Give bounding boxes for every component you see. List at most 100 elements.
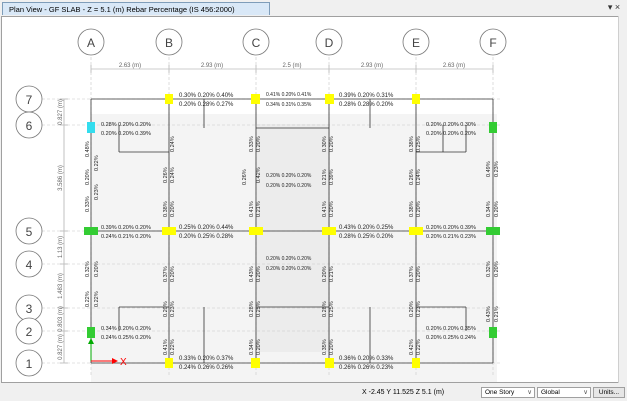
rebar-label: 0.34% 0.20% 0.20%: [101, 326, 151, 332]
rebar-label-v: 0.20%: [322, 266, 328, 282]
rebar-label-v: 0.20%: [170, 266, 176, 282]
cursor-coordinates: X -2.45 Y 11.525 Z 5.1 (m): [362, 389, 445, 396]
rebar-label: 0.20% 0.20% 0.20%: [266, 173, 312, 179]
status-bar: X -2.45 Y 11.525 Z 5.1 (m) One Story ∨ G…: [0, 385, 627, 401]
rebar-label-v: 0.20%: [494, 261, 500, 277]
plan-view-canvas[interactable]: A B C D E F 7 6 5 4 3 2 1 2.63 (m) 2.93 …: [1, 16, 619, 383]
coord-system-select[interactable]: Global ∨: [537, 387, 591, 398]
support-yellow: [325, 358, 334, 368]
grid-bubble-d[interactable]: D: [315, 28, 343, 56]
grid-bubble-4[interactable]: 4: [15, 250, 43, 278]
rebar-label-v: 0.20%: [256, 339, 262, 355]
rebar-label-v: 0.23%: [416, 301, 422, 317]
rebar-label-v: 0.20%: [329, 339, 335, 355]
rebar-label-v: 0.22%: [416, 339, 422, 355]
rebar-label-v: 0.20%: [94, 261, 100, 277]
rebar-label-v: 0.26%: [163, 167, 169, 183]
svg-text:4: 4: [26, 258, 33, 272]
rebar-label: 0.30% 0.20% 0.40%: [179, 93, 234, 99]
svg-text:F: F: [489, 36, 496, 50]
rebar-label-v: 0.33%: [85, 196, 91, 212]
support-yellow: [165, 358, 173, 368]
rebar-label: 0.20% 0.28% 0.27%: [179, 102, 234, 108]
support-yellow: [251, 94, 260, 104]
rebar-label: 0.28% 0.25% 0.20%: [339, 234, 394, 240]
rebar-label: 0.20% 0.20% 0.39%: [101, 131, 151, 137]
svg-text:7: 7: [26, 93, 33, 107]
grid-bubble-2[interactable]: 2: [15, 317, 43, 345]
grid-bubble-3[interactable]: 3: [15, 294, 43, 322]
svg-text:1: 1: [26, 357, 33, 371]
rebar-label-v: 0.20%: [416, 266, 422, 282]
rebar-label-v: 0.24%: [170, 167, 176, 183]
rebar-label-v: 0.20%: [329, 201, 335, 217]
support-green: [489, 327, 497, 338]
rebar-label: 0.24% 0.26% 0.26%: [179, 365, 234, 371]
rebar-label: 0.33% 0.20% 0.37%: [179, 356, 234, 362]
grid-bubble-5[interactable]: 5: [15, 217, 43, 245]
rebar-label-v: 0.34%: [486, 201, 492, 217]
rebar-label: 0.26% 0.26% 0.23%: [339, 365, 394, 371]
rebar-label-v: 0.22%: [94, 291, 100, 307]
rebar-label: 0.20% 0.20% 0.20%: [266, 266, 312, 272]
rebar-label-v: 0.20%: [163, 301, 169, 317]
support-yellow: [412, 94, 420, 104]
rebar-label-v: 0.20%: [256, 136, 262, 152]
rebar-label-v: 0.32%: [85, 261, 91, 277]
svg-text:6: 6: [26, 119, 33, 133]
rebar-label-v: 0.26%: [409, 169, 415, 185]
support-green: [87, 327, 95, 338]
rebar-label: 0.41% 0.20% 0.41%: [266, 92, 312, 98]
grid-bubble-a[interactable]: A: [77, 28, 105, 56]
rebar-label-v: 0.21%: [494, 306, 500, 322]
axis-x-label: X: [120, 357, 127, 368]
rebar-label-v: 0.23%: [94, 184, 100, 200]
support-yellow: [409, 227, 423, 235]
coord-system-value: Global: [541, 389, 560, 396]
support-green: [84, 227, 98, 235]
rebar-label-v: 0.20%: [85, 169, 91, 185]
grid-bubble-1[interactable]: 1: [15, 349, 43, 377]
rebar-label-v: 0.20%: [409, 301, 415, 317]
rebar-label: 0.28% 0.20% 0.20%: [101, 122, 151, 128]
vertical-scrollbar[interactable]: [618, 16, 627, 383]
window-titlebar: Plan View - GF SLAB - Z = 5.1 (m) Rebar …: [0, 0, 627, 16]
rebar-label-v: 0.32%: [486, 261, 492, 277]
rebar-label-v: 0.33%: [249, 136, 255, 152]
rebar-label: 0.43% 0.20% 0.25%: [339, 225, 394, 231]
grid-bubble-7[interactable]: 7: [15, 85, 43, 113]
rebar-label-v: 0.25%: [329, 301, 335, 317]
rebar-label-v: 0.30%: [322, 136, 328, 152]
svg-text:5: 5: [26, 225, 33, 239]
grid-bubble-e[interactable]: E: [402, 28, 430, 56]
support-green: [489, 122, 497, 133]
grid-bubble-b[interactable]: B: [155, 28, 183, 56]
rebar-label: 0.20% 0.20% 0.20%: [426, 131, 476, 137]
close-tab-icon[interactable]: ▾ ×: [607, 2, 621, 13]
rebar-label: 0.20% 0.25% 0.28%: [179, 234, 234, 240]
rebar-label: 0.34% 0.31% 0.35%: [266, 102, 312, 108]
rebar-label-v: 0.20%: [329, 136, 335, 152]
rebar-label-v: 0.28%: [322, 301, 328, 317]
rebar-label-v: 0.41%: [322, 201, 328, 217]
rebar-label-v: 0.37%: [409, 266, 415, 282]
rebar-label-v: 0.22%: [94, 155, 100, 171]
rebar-label: 0.20% 0.20% 0.20%: [266, 256, 312, 262]
dim-cd: 2.5 (m): [282, 63, 301, 69]
grid-bubble-6[interactable]: 6: [15, 111, 43, 139]
grid-bubble-f[interactable]: F: [479, 28, 507, 56]
rebar-label-v: 0.26%: [242, 169, 248, 185]
rebar-label-v: 0.21%: [322, 169, 328, 185]
support-yellow: [165, 94, 173, 104]
rebar-label-v: 0.20%: [494, 201, 500, 217]
rebar-label: 0.20% 0.20% 0.20%: [266, 183, 312, 189]
rebar-label: 0.36% 0.20% 0.33%: [339, 356, 394, 362]
grid-bubble-c[interactable]: C: [242, 28, 270, 56]
units-button[interactable]: Units...: [593, 387, 625, 398]
rebar-label-v: 0.34%: [249, 339, 255, 355]
rebar-label-v: 0.42%: [256, 167, 262, 183]
rebar-label-v: 0.42%: [409, 339, 415, 355]
plan-view-tab[interactable]: Plan View - GF SLAB - Z = 5.1 (m) Rebar …: [2, 2, 270, 15]
rebar-label-v: 0.48%: [85, 141, 91, 157]
story-select[interactable]: One Story ∨: [481, 387, 535, 398]
